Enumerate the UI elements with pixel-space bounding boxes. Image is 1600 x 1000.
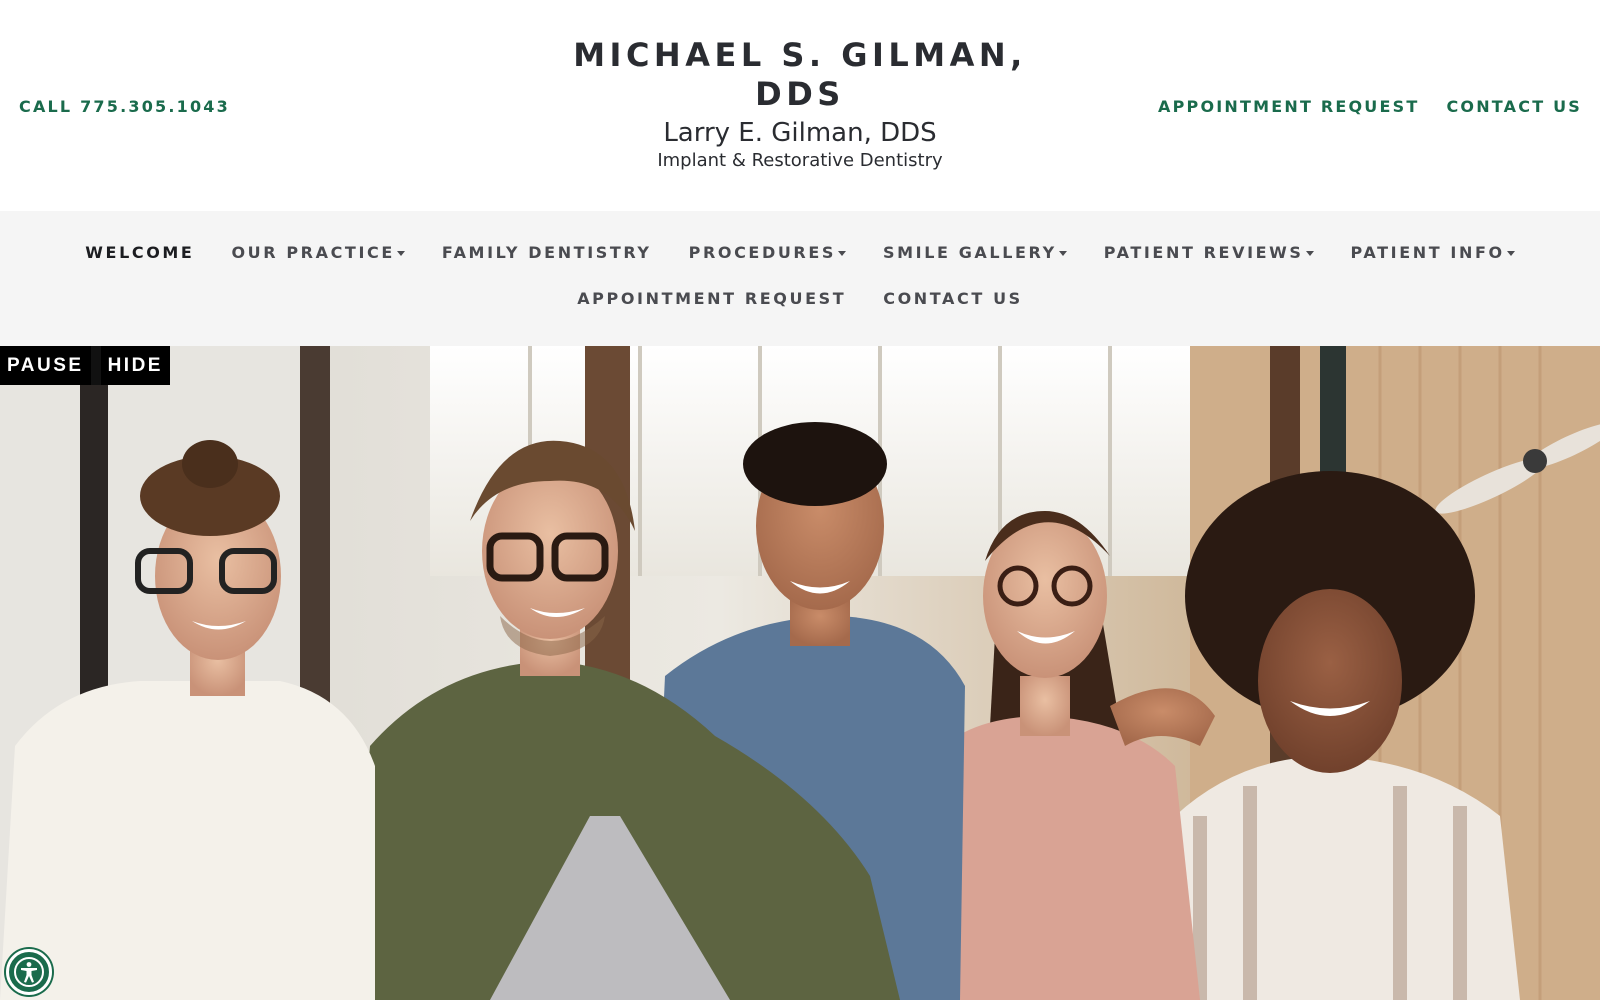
nav-item-label: WELCOME [85, 243, 195, 262]
nav-item-label: PATIENT INFO [1350, 243, 1505, 262]
header-appointment-request-link[interactable]: APPOINTMENT REQUEST [1158, 97, 1419, 116]
nav-item-appointment-request[interactable]: APPOINTMENT REQUEST [577, 288, 846, 310]
chevron-down-icon [1506, 250, 1515, 256]
accessibility-button[interactable] [6, 949, 52, 995]
chevron-down-icon [1058, 250, 1067, 256]
nav-item-patient-reviews[interactable]: PATIENT REVIEWS [1104, 242, 1314, 264]
main-navigation: WELCOME OUR PRACTICE FAMILY DENTISTRY PR… [0, 211, 1600, 346]
nav-item-our-practice[interactable]: OUR PRACTICE [231, 242, 405, 264]
nav-item-label: SMILE GALLERY [883, 243, 1057, 262]
header-quick-links: APPOINTMENT REQUEST CONTACT US [1158, 97, 1582, 116]
nav-item-label: PATIENT REVIEWS [1103, 243, 1304, 262]
accessibility-icon [14, 957, 44, 987]
nav-item-welcome[interactable]: WELCOME [85, 242, 194, 264]
header-contact-us-link[interactable]: CONTACT US [1446, 97, 1582, 116]
nav-item-procedures[interactable]: PROCEDURES [689, 242, 846, 264]
chevron-down-icon [838, 250, 846, 256]
slider-hide-button[interactable]: HIDE [90, 346, 170, 385]
site-header: CALL 775.305.1043 MICHAEL S. GILMAN, DDS… [0, 0, 1600, 211]
practice-logo[interactable]: MICHAEL S. GILMAN, DDS Larry E. Gilman, … [560, 36, 1040, 173]
nav-item-smile-gallery[interactable]: SMILE GALLERY [883, 242, 1067, 264]
nav-row-primary: WELCOME OUR PRACTICE FAMILY DENTISTRY PR… [0, 242, 1600, 264]
practice-title: MICHAEL S. GILMAN, DDS [573, 36, 1027, 113]
nav-item-label: PROCEDURES [688, 243, 836, 262]
hero-image [0, 346, 1600, 1000]
nav-item-family-dentistry[interactable]: FAMILY DENTISTRY [442, 242, 652, 264]
practice-tagline: Implant & Restorative Dentistry [657, 150, 943, 171]
nav-item-patient-info[interactable]: PATIENT INFO [1351, 242, 1515, 264]
practice-subtitle: Larry E. Gilman, DDS [663, 118, 937, 148]
call-phone-link[interactable]: CALL 775.305.1043 [19, 97, 230, 116]
nav-item-label: FAMILY DENTISTRY [441, 243, 652, 262]
nav-item-label: OUR PRACTICE [231, 243, 395, 262]
slider-controls: PAUSE HIDE [0, 346, 170, 385]
nav-item-label: CONTACT US [883, 289, 1023, 308]
nav-item-contact-us[interactable]: CONTACT US [883, 288, 1023, 310]
chevron-down-icon [396, 250, 405, 256]
hero-slideshow [0, 346, 1600, 1000]
slider-pause-button[interactable]: PAUSE [0, 346, 91, 385]
nav-row-secondary: APPOINTMENT REQUEST CONTACT US [0, 288, 1600, 310]
nav-item-label: APPOINTMENT REQUEST [577, 289, 847, 308]
chevron-down-icon [1305, 250, 1314, 256]
